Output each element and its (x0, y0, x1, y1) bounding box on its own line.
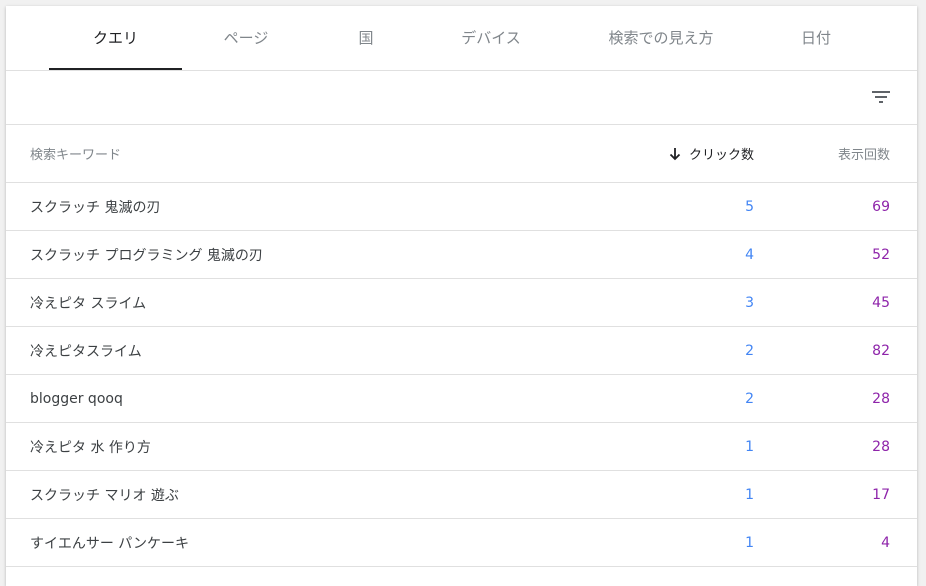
impressions-cell: 28 (872, 390, 890, 407)
impressions-cell: 69 (872, 198, 890, 215)
impressions-cell: 52 (872, 246, 890, 263)
table-row[interactable]: 冷えピタ 水 作り方 1 28 (6, 423, 917, 471)
clicks-cell: 1 (745, 534, 754, 551)
table-row[interactable]: 冷えピタスライム 2 82 (6, 327, 917, 375)
clicks-cell: 3 (745, 294, 754, 311)
tab-countries[interactable]: 国 (336, 6, 396, 70)
query-cell: スクラッチ 鬼滅の刃 (30, 199, 161, 216)
table-header-row: 検索キーワード クリック数 表示回数 (6, 125, 917, 183)
tab-pages[interactable]: ページ (201, 6, 291, 70)
impressions-cell: 28 (872, 438, 890, 455)
tab-label: 日付 (800, 29, 831, 47)
performance-card: クエリ ページ 国 デバイス 検索での見え方 日付 検索キーワード クリック数 … (6, 6, 917, 586)
tab-search-appearance[interactable]: 検索での見え方 (591, 6, 731, 70)
filter-button[interactable] (869, 85, 893, 109)
tab-label: クエリ (92, 29, 138, 47)
table-row[interactable]: スクラッチ プログラミング 鬼滅の刃 4 52 (6, 231, 917, 279)
clicks-cell: 2 (745, 390, 754, 407)
dimension-tabs: クエリ ページ 国 デバイス 検索での見え方 日付 (6, 6, 917, 71)
tab-label: ページ (223, 29, 269, 47)
tab-dates[interactable]: 日付 (781, 6, 851, 70)
tab-label: デバイス (461, 29, 521, 47)
active-tab-indicator (49, 68, 182, 70)
table-toolbar (6, 71, 917, 125)
query-cell: blogger qooq (30, 390, 123, 407)
impressions-cell: 45 (872, 294, 890, 311)
impressions-cell: 17 (872, 486, 890, 503)
tab-label: 国 (358, 29, 374, 47)
impressions-cell: 82 (872, 342, 890, 359)
tab-label: 検索での見え方 (608, 29, 714, 47)
filter-list-icon (872, 91, 890, 103)
table-row[interactable]: スクラッチ 鬼滅の刃 5 69 (6, 183, 917, 231)
query-cell: スクラッチ プログラミング 鬼滅の刃 (30, 247, 263, 264)
arrow-down-icon (669, 147, 681, 160)
query-cell: スクラッチ マリオ 遊ぶ (30, 487, 179, 504)
column-header-impressions[interactable]: 表示回数 (838, 125, 890, 182)
impressions-cell: 4 (881, 534, 890, 551)
clicks-cell: 1 (745, 438, 754, 455)
queries-table: 検索キーワード クリック数 表示回数 スクラッチ 鬼滅の刃 5 69 スクラッチ… (6, 125, 917, 567)
query-cell: すイエんサー パンケーキ (30, 535, 190, 552)
table-row[interactable]: blogger qooq 2 28 (6, 375, 917, 423)
query-cell: 冷えピタ スライム (30, 295, 147, 312)
clicks-cell: 2 (745, 342, 754, 359)
tab-queries[interactable]: クエリ (49, 6, 182, 70)
clicks-cell: 4 (745, 246, 754, 263)
column-header-query[interactable]: 検索キーワード (30, 125, 121, 182)
clicks-cell: 5 (745, 198, 754, 215)
table-row[interactable]: すイエんサー パンケーキ 1 4 (6, 519, 917, 567)
clicks-cell: 1 (745, 486, 754, 503)
table-row[interactable]: スクラッチ マリオ 遊ぶ 1 17 (6, 471, 917, 519)
table-row[interactable]: 冷えピタ スライム 3 45 (6, 279, 917, 327)
query-cell: 冷えピタ 水 作り方 (30, 439, 151, 456)
column-header-clicks[interactable]: クリック数 (668, 125, 754, 182)
column-header-clicks-label: クリック数 (688, 148, 754, 163)
query-cell: 冷えピタスライム (30, 343, 142, 360)
tab-devices[interactable]: デバイス (441, 6, 541, 70)
